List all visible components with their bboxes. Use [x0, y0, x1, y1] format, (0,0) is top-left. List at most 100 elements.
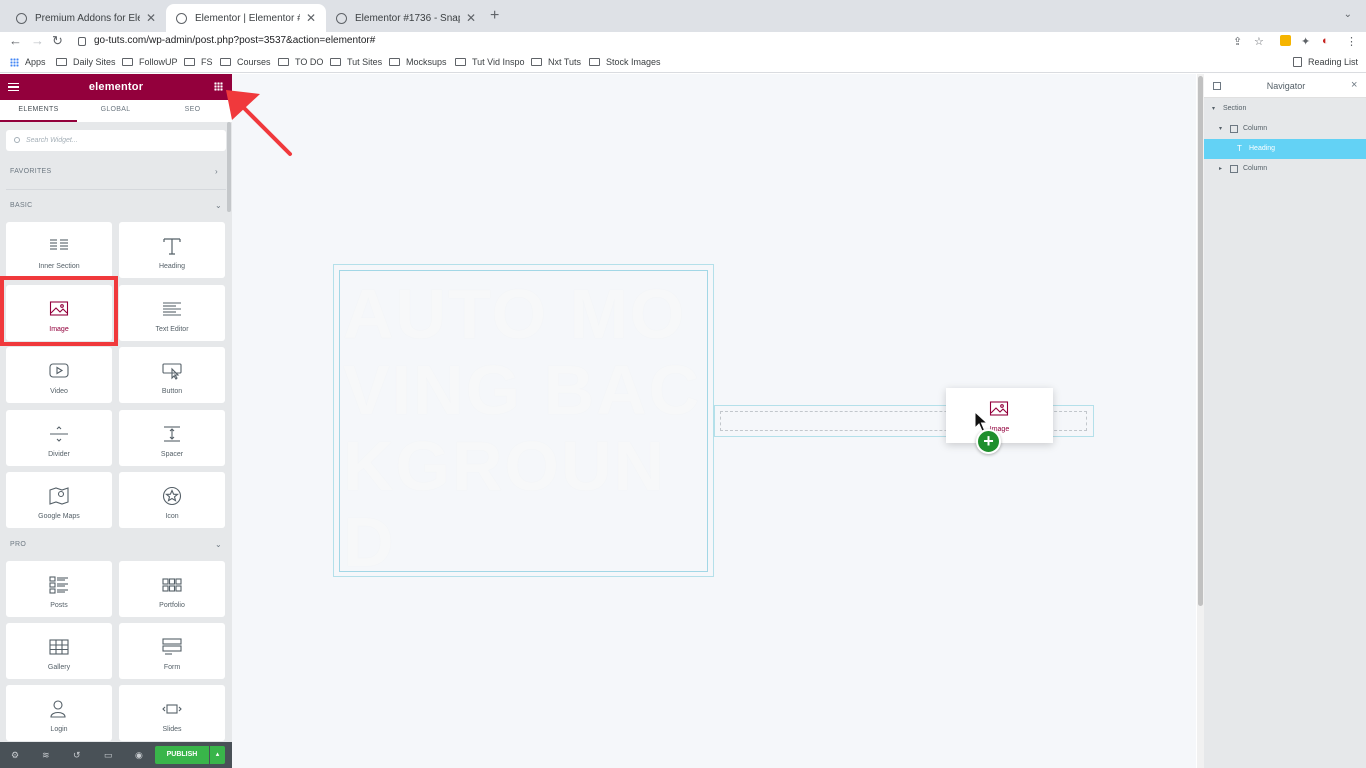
- widget-gallery[interactable]: Gallery: [6, 623, 112, 679]
- tab-search-chevron-icon[interactable]: ⌄: [1344, 9, 1352, 20]
- puzzle-icon[interactable]: ✦: [1301, 35, 1310, 48]
- navigator-item-label: Column: [1243, 125, 1268, 132]
- bookmark-label: Tut Vid Inspo: [472, 57, 525, 67]
- elementor-logo: elementor: [88, 81, 144, 93]
- extension-icon[interactable]: [1280, 35, 1291, 46]
- search-placeholder: Search Widget...: [26, 137, 78, 144]
- bookmark-courses[interactable]: Courses: [220, 57, 271, 67]
- scrollbar-thumb[interactable]: [1198, 76, 1203, 606]
- bookmarks-bar: Apps Daily Sites FollowUP FS Courses TO …: [0, 52, 1366, 73]
- panel-footer: ⚙ ≋ ↺ ▭ ◉ PUBLISH ▴: [0, 742, 232, 768]
- responsive-mode-icon[interactable]: ▭: [104, 750, 113, 761]
- widget-spacer[interactable]: Spacer: [119, 410, 225, 466]
- category-basic[interactable]: BASIC: [10, 202, 33, 209]
- tab-title: Elementor | Elementor #3537: [195, 12, 300, 24]
- bookmark-stock-images[interactable]: Stock Images: [589, 57, 661, 67]
- profile-extension-icon[interactable]: ◐: [1322, 35, 1329, 47]
- publish-options-caret-icon[interactable]: ▴: [210, 746, 225, 764]
- folder-icon: [589, 58, 600, 66]
- bookmark-tut-vid-inspo[interactable]: Tut Vid Inspo: [455, 57, 525, 67]
- bookmark-label: Daily Sites: [73, 57, 116, 67]
- bookmark-label: Stock Images: [606, 57, 661, 67]
- bookmark-label: Tut Sites: [347, 57, 383, 67]
- bookmark-daily-sites[interactable]: Daily Sites: [56, 57, 116, 67]
- bookmark-tut-sites[interactable]: Tut Sites: [330, 57, 382, 67]
- widget-login[interactable]: Login: [6, 685, 112, 741]
- browser-menu-icon[interactable]: ⋮: [1346, 35, 1357, 48]
- search-widget-input[interactable]: Search Widget...: [6, 130, 226, 151]
- tab-global[interactable]: GLOBAL: [77, 100, 154, 122]
- navigator-item-heading[interactable]: T Heading: [1204, 139, 1366, 159]
- category-pro[interactable]: PRO: [10, 541, 26, 548]
- widget-video[interactable]: Video: [6, 347, 112, 403]
- browser-tab-elementor-3537[interactable]: Elementor | Elementor #3537 ✕: [166, 4, 326, 32]
- reading-list-button[interactable]: Reading List: [1293, 57, 1358, 67]
- navigator-item-column-2[interactable]: ▸ Column: [1204, 159, 1366, 179]
- widget-google-maps[interactable]: Google Maps: [6, 472, 112, 528]
- chevron-right-icon[interactable]: ›: [215, 167, 218, 176]
- widget-icon[interactable]: Icon: [119, 472, 225, 528]
- caret-right-icon[interactable]: ▸: [1219, 159, 1222, 179]
- close-tab-icon[interactable]: ✕: [306, 11, 316, 25]
- navigator-item-section[interactable]: ▾ Section: [1204, 99, 1366, 119]
- folder-icon: [220, 58, 231, 66]
- forward-arrow-icon[interactable]: →: [31, 33, 44, 48]
- form-icon: [162, 638, 182, 655]
- heading-icon: [163, 238, 181, 255]
- close-tab-icon[interactable]: ✕: [146, 11, 156, 25]
- globe-icon: [336, 12, 347, 24]
- bookmark-label: Courses: [237, 57, 271, 67]
- bookmark-mocksups[interactable]: Mocksups: [389, 57, 447, 67]
- preview-eye-icon[interactable]: ◉: [135, 750, 143, 761]
- close-tab-icon[interactable]: ✕: [466, 11, 476, 25]
- widget-button[interactable]: Button: [119, 347, 225, 403]
- reload-icon[interactable]: ↻: [52, 33, 63, 49]
- browser-tab-elementor-1736[interactable]: Elementor #1736 - Snappy Spa ✕: [326, 4, 486, 32]
- bookmark-followup[interactable]: FollowUP: [122, 57, 178, 67]
- category-favorites[interactable]: FAVORITES: [10, 168, 51, 175]
- widget-text-editor[interactable]: Text Editor: [119, 285, 225, 341]
- back-arrow-icon[interactable]: ←: [9, 33, 22, 48]
- close-icon[interactable]: ×: [1351, 79, 1357, 91]
- widget-slides[interactable]: Slides: [119, 685, 225, 741]
- widget-divider[interactable]: Divider: [6, 410, 112, 466]
- widget-posts[interactable]: Posts: [6, 561, 112, 617]
- address-bar[interactable]: go-tuts.com/wp-admin/post.php?post=3537&…: [94, 35, 375, 46]
- browser-tab-premium-addons[interactable]: Premium Addons for Elementor ✕: [6, 4, 166, 32]
- star-icon: [162, 486, 182, 506]
- widget-form[interactable]: Form: [119, 623, 225, 679]
- folder-icon: [455, 58, 466, 66]
- chevron-down-icon[interactable]: ⌄: [215, 201, 222, 210]
- reading-list-label: Reading List: [1308, 57, 1359, 67]
- widget-inner-section[interactable]: Inner Section: [6, 222, 112, 278]
- tab-elements[interactable]: ELEMENTS: [0, 100, 77, 122]
- publish-button[interactable]: PUBLISH: [155, 746, 209, 764]
- navigator-item-column[interactable]: ▾ Column: [1204, 119, 1366, 139]
- image-icon: [989, 401, 1009, 416]
- widget-label: Text Editor: [155, 326, 189, 333]
- portfolio-icon: [162, 578, 182, 592]
- widget-portfolio[interactable]: Portfolio: [119, 561, 225, 617]
- bookmark-to-do[interactable]: TO DO: [278, 57, 323, 67]
- panel-tabs: ELEMENTS GLOBAL SEO: [0, 100, 232, 122]
- share-icon[interactable]: ⇪: [1233, 35, 1242, 48]
- caret-down-icon[interactable]: ▾: [1212, 99, 1215, 119]
- settings-gear-icon[interactable]: ⚙: [11, 750, 19, 761]
- folder-icon: [278, 58, 289, 66]
- bookmark-apps[interactable]: Apps: [10, 57, 46, 67]
- navigator-title: Navigator: [1266, 81, 1306, 91]
- layers-icon[interactable]: ≋: [42, 750, 50, 761]
- bookmark-star-icon[interactable]: ☆: [1254, 35, 1264, 48]
- canvas-scrollbar[interactable]: [1197, 74, 1204, 768]
- tab-seo[interactable]: SEO: [154, 100, 231, 122]
- folder-icon: [122, 58, 133, 66]
- bookmark-fs[interactable]: FS: [184, 57, 213, 67]
- page-heading-text[interactable]: AUTO MOVING BACKGROUND: [343, 276, 703, 580]
- new-tab-button[interactable]: +: [490, 7, 499, 25]
- widget-heading[interactable]: Heading: [119, 222, 225, 278]
- bookmark-nxt-tuts[interactable]: Nxt Tuts: [531, 57, 581, 67]
- history-icon[interactable]: ↺: [73, 750, 81, 761]
- panel-header: elementor: [0, 74, 232, 100]
- chevron-down-icon[interactable]: ⌄: [215, 540, 222, 549]
- caret-down-icon[interactable]: ▾: [1219, 119, 1222, 139]
